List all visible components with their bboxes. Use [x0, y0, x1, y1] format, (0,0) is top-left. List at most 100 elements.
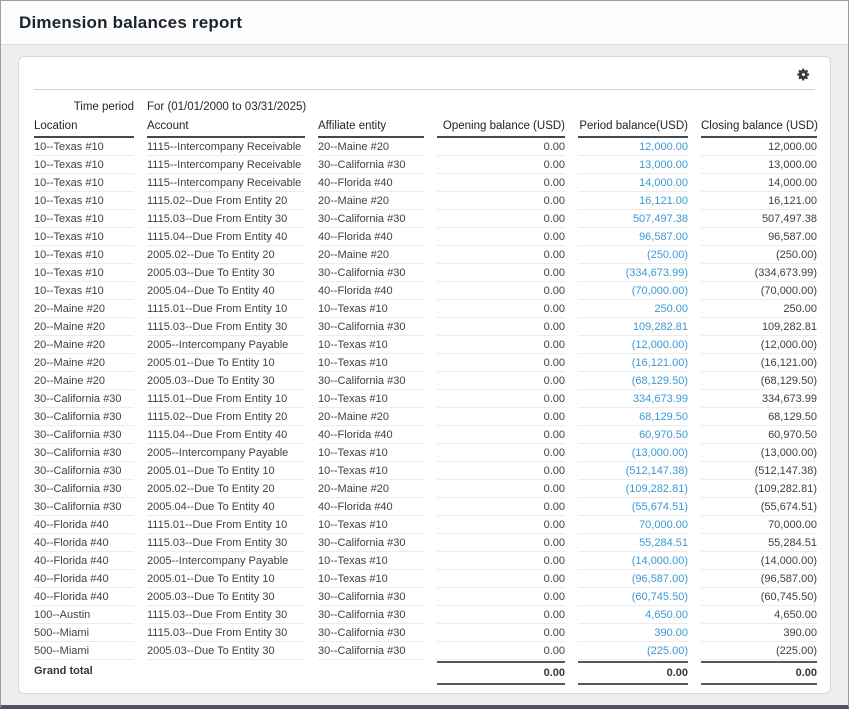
period-balance-link[interactable]: (55,674.51) — [578, 498, 688, 516]
opening-balance-cell: 0.00 — [437, 624, 565, 642]
location-cell: 30--California #30 — [34, 426, 134, 444]
table-row: 40--Florida #401115.03--Due From Entity … — [34, 534, 815, 552]
location-cell: 20--Maine #20 — [34, 354, 134, 372]
opening-balance-cell: 0.00 — [437, 138, 565, 156]
content-area: Time period For (01/01/2000 to 03/31/202… — [1, 45, 848, 709]
report-card: Time period For (01/01/2000 to 03/31/202… — [18, 56, 831, 694]
affiliate-entity-cell: 40--Florida #40 — [318, 426, 424, 444]
period-balance-link[interactable]: 109,282.81 — [578, 318, 688, 336]
period-balance-link[interactable]: 68,129.50 — [578, 408, 688, 426]
period-balance-link[interactable]: (16,121.00) — [578, 354, 688, 372]
settings-gear-button[interactable] — [793, 66, 813, 86]
account-cell: 2005.03--Due To Entity 30 — [147, 642, 305, 660]
table-row: 10--Texas #101115.03--Due From Entity 30… — [34, 210, 815, 228]
period-balance-link[interactable]: 12,000.00 — [578, 138, 688, 156]
closing-balance-cell: 109,282.81 — [701, 318, 817, 336]
account-cell: 1115.02--Due From Entity 20 — [147, 192, 305, 210]
opening-balance-cell: 0.00 — [437, 462, 565, 480]
period-balance-link[interactable]: (250.00) — [578, 246, 688, 264]
table-row: 100--Austin1115.03--Due From Entity 3030… — [34, 606, 815, 624]
opening-balance-cell: 0.00 — [437, 174, 565, 192]
location-cell: 30--California #30 — [34, 462, 134, 480]
period-balance-link[interactable]: (60,745.50) — [578, 588, 688, 606]
affiliate-entity-cell: 40--Florida #40 — [318, 498, 424, 516]
affiliate-entity-cell: 40--Florida #40 — [318, 174, 424, 192]
affiliate-entity-cell: 30--California #30 — [318, 624, 424, 642]
grand-total-closing: 0.00 — [701, 661, 817, 685]
account-cell: 1115.03--Due From Entity 30 — [147, 318, 305, 336]
affiliate-entity-cell: 10--Texas #10 — [318, 570, 424, 588]
account-cell: 2005--Intercompany Payable — [147, 552, 305, 570]
location-cell: 10--Texas #10 — [34, 192, 134, 210]
table-row: 20--Maine #201115.03--Due From Entity 30… — [34, 318, 815, 336]
account-cell: 2005.03--Due To Entity 30 — [147, 588, 305, 606]
account-cell: 1115.01--Due From Entity 10 — [147, 390, 305, 408]
period-balance-link[interactable]: 334,673.99 — [578, 390, 688, 408]
opening-balance-cell: 0.00 — [437, 156, 565, 174]
column-header-account: Account — [147, 118, 305, 138]
period-balance-link[interactable]: 16,121.00 — [578, 192, 688, 210]
table-row: 40--Florida #402005.03--Due To Entity 30… — [34, 588, 815, 606]
period-balance-link[interactable]: 96,587.00 — [578, 228, 688, 246]
opening-balance-cell: 0.00 — [437, 372, 565, 390]
location-cell: 30--California #30 — [34, 390, 134, 408]
period-balance-link[interactable]: 60,970.50 — [578, 426, 688, 444]
period-balance-link[interactable]: 390.00 — [578, 624, 688, 642]
affiliate-entity-cell: 10--Texas #10 — [318, 462, 424, 480]
location-cell: 40--Florida #40 — [34, 570, 134, 588]
opening-balance-cell: 0.00 — [437, 606, 565, 624]
closing-balance-cell: 12,000.00 — [701, 138, 817, 156]
opening-balance-cell: 0.00 — [437, 336, 565, 354]
opening-balance-cell: 0.00 — [437, 408, 565, 426]
period-balance-link[interactable]: (13,000.00) — [578, 444, 688, 462]
closing-balance-cell: 96,587.00 — [701, 228, 817, 246]
table-row: 30--California #301115.02--Due From Enti… — [34, 408, 815, 426]
opening-balance-cell: 0.00 — [437, 534, 565, 552]
period-balance-link[interactable]: 14,000.00 — [578, 174, 688, 192]
location-cell: 10--Texas #10 — [34, 174, 134, 192]
opening-balance-cell: 0.00 — [437, 552, 565, 570]
period-balance-link[interactable]: (12,000.00) — [578, 336, 688, 354]
period-balance-link[interactable]: 55,284.51 — [578, 534, 688, 552]
period-balance-link[interactable]: 13,000.00 — [578, 156, 688, 174]
period-balance-link[interactable]: (68,129.50) — [578, 372, 688, 390]
affiliate-entity-cell: 10--Texas #10 — [318, 336, 424, 354]
period-balance-link[interactable]: (334,673.99) — [578, 264, 688, 282]
opening-balance-cell: 0.00 — [437, 210, 565, 228]
location-cell: 20--Maine #20 — [34, 336, 134, 354]
period-balance-link[interactable]: (96,587.00) — [578, 570, 688, 588]
gear-icon — [796, 67, 811, 85]
table-header-row: Location Account Affiliate entity Openin… — [34, 118, 815, 138]
closing-balance-cell: 507,497.38 — [701, 210, 817, 228]
time-period-value: For (01/01/2000 to 03/31/2025) — [147, 99, 817, 116]
closing-balance-cell: 70,000.00 — [701, 516, 817, 534]
table-body: 10--Texas #101115--Intercompany Receivab… — [34, 138, 815, 660]
grand-total-row: Grand total 0.00 0.00 0.00 — [34, 661, 815, 685]
location-cell: 40--Florida #40 — [34, 516, 134, 534]
period-balance-link[interactable]: (109,282.81) — [578, 480, 688, 498]
period-balance-link[interactable]: 70,000.00 — [578, 516, 688, 534]
period-balance-link[interactable]: 507,497.38 — [578, 210, 688, 228]
opening-balance-cell: 0.00 — [437, 246, 565, 264]
period-balance-link[interactable]: (225.00) — [578, 642, 688, 660]
period-balance-link[interactable]: 4,650.00 — [578, 606, 688, 624]
account-cell: 1115.03--Due From Entity 30 — [147, 534, 305, 552]
period-balance-link[interactable]: 250.00 — [578, 300, 688, 318]
account-cell: 2005.04--Due To Entity 40 — [147, 282, 305, 300]
table-row: 500--Miami1115.03--Due From Entity 3030-… — [34, 624, 815, 642]
closing-balance-cell: (16,121.00) — [701, 354, 817, 372]
period-balance-link[interactable]: (512,147.38) — [578, 462, 688, 480]
account-cell: 1115.03--Due From Entity 30 — [147, 210, 305, 228]
opening-balance-cell: 0.00 — [437, 264, 565, 282]
location-cell: 30--California #30 — [34, 408, 134, 426]
page-title: Dimension balances report — [19, 13, 242, 33]
opening-balance-cell: 0.00 — [437, 282, 565, 300]
closing-balance-cell: (96,587.00) — [701, 570, 817, 588]
period-balance-link[interactable]: (70,000.00) — [578, 282, 688, 300]
column-header-location: Location — [34, 118, 134, 138]
affiliate-entity-cell: 20--Maine #20 — [318, 408, 424, 426]
table-row: 30--California #301115.04--Due From Enti… — [34, 426, 815, 444]
period-balance-link[interactable]: (14,000.00) — [578, 552, 688, 570]
opening-balance-cell: 0.00 — [437, 192, 565, 210]
affiliate-entity-cell: 10--Texas #10 — [318, 516, 424, 534]
